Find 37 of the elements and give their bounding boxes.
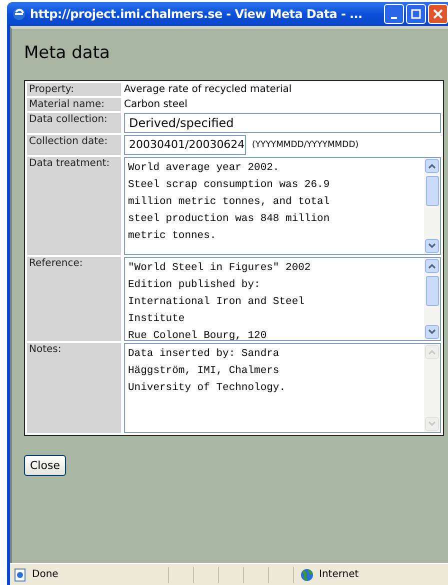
field-label: Collection date: [27, 135, 121, 155]
close-button[interactable]: Close [24, 455, 66, 476]
scroll-down-icon[interactable] [425, 239, 439, 253]
window-title: http://project.imi.chalmers.se - View Meta Data - ... [30, 7, 364, 21]
scroll-down-icon[interactable] [425, 325, 439, 339]
scroll-up-icon[interactable] [425, 159, 439, 173]
format-hint: (YYYYMMDD/YYYYMMDD) [252, 140, 359, 150]
field-label: Property: [27, 83, 121, 96]
scrollbar[interactable] [424, 258, 440, 340]
field-label: Reference: [27, 257, 121, 341]
input-field[interactable]: Derived/specified [124, 113, 441, 133]
field-label: Data collection: [27, 113, 121, 133]
text-area[interactable]: World average year 2002. Steel scrap consumption was 26.9 million metric tonnes, and total steel production was 848 million metric tonnes. [124, 157, 441, 255]
page-icon [13, 568, 27, 582]
maximize-button[interactable] [406, 4, 426, 24]
field-label: Data treatment: [27, 157, 121, 255]
page-heading: Meta data [24, 43, 111, 63]
minimize-icon [391, 17, 397, 19]
scroll-up-icon[interactable] [425, 259, 439, 273]
browser-icon [12, 7, 26, 21]
field-value: Average rate of recycled material [124, 84, 292, 96]
globe-icon [300, 568, 314, 582]
maximize-icon [411, 9, 421, 19]
zone-text: Internet [319, 569, 359, 580]
scroll-thumb[interactable] [426, 276, 438, 306]
close-button[interactable] [428, 4, 448, 24]
field-label: Material name: [27, 98, 121, 111]
status-text: Done [32, 569, 58, 580]
scrollbar[interactable] [424, 158, 440, 254]
minimize-button[interactable] [384, 4, 404, 24]
text-area[interactable]: "World Steel in Figures" 2002 Edition published by: International Iron and Steel Institute Rue Colonel Bourg, 120 [124, 257, 441, 341]
field-value: Carbon steel [124, 98, 188, 110]
close-icon [433, 9, 443, 19]
date-field[interactable]: 20030401/20030624 [124, 135, 246, 155]
text-area[interactable]: Data inserted by: Sandra Häggström, IMI, Chalmers University of Technology. [124, 343, 441, 433]
field-label: Notes: [27, 343, 121, 433]
scroll-thumb[interactable] [426, 176, 438, 206]
